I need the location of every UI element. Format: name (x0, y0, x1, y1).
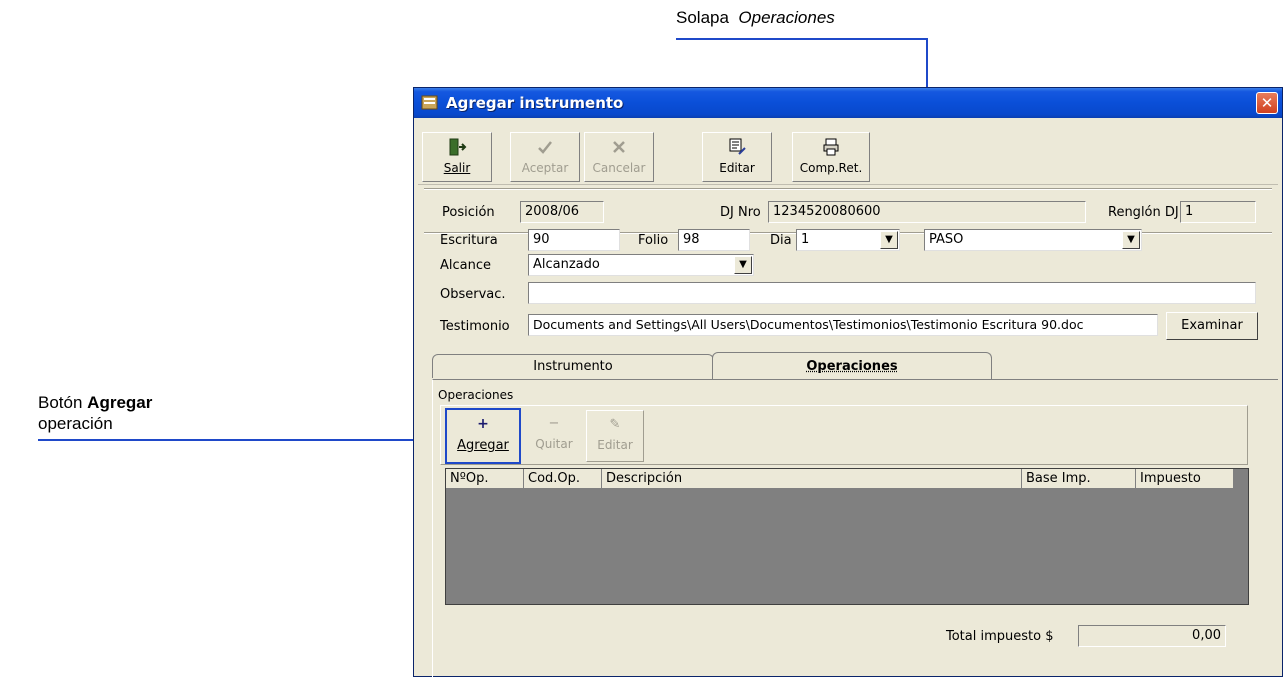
agregar-instrumento-window: Agregar instrumento ✕ Salir Aceptar Canc… (413, 87, 1283, 677)
annotation-button-label: Botón Agregar operación (38, 392, 152, 434)
aceptar-label: Aceptar (511, 161, 579, 175)
chevron-down-icon[interactable]: ▼ (1122, 231, 1140, 249)
quitar-operacion-button[interactable]: − Quitar (526, 410, 582, 462)
djnro-label: DJ Nro (720, 205, 761, 220)
observ-input[interactable] (528, 282, 1256, 304)
minus-icon: − (526, 416, 582, 431)
posicion-label: Posición (442, 205, 495, 220)
cancelar-label: Cancelar (585, 161, 653, 175)
editar-button[interactable]: Editar (702, 132, 772, 182)
app-icon (421, 94, 439, 111)
renglon-label: Renglón DJ (1108, 205, 1179, 220)
examinar-button[interactable]: Examinar (1166, 312, 1258, 340)
annotation-button-bold: Agregar (87, 393, 152, 412)
dia-label: Dia (770, 233, 792, 248)
window-title: Agregar instrumento (446, 94, 623, 112)
renglon-field: 1 (1180, 201, 1256, 223)
alcance-select-value: Alcanzado (533, 257, 600, 272)
grid-header-nrop[interactable]: NºOp. (446, 469, 524, 489)
comp-ret-label: Comp.Ret. (793, 161, 869, 175)
cancelar-button[interactable]: Cancelar (584, 132, 654, 182)
annotation-tab-name: Operaciones (738, 8, 834, 27)
tab-instrumento[interactable]: Instrumento (432, 354, 714, 378)
x-cancel-icon (609, 137, 629, 157)
grid-header-impuesto[interactable]: Impuesto (1136, 469, 1234, 489)
grid-header-codop[interactable]: Cod.Op. (524, 469, 602, 489)
grid-header-baseimp[interactable]: Base Imp. (1022, 469, 1136, 489)
djnro-field: 1234520080600 (768, 201, 1086, 223)
dia-select-value: 1 (801, 232, 809, 247)
close-button[interactable]: ✕ (1256, 92, 1278, 114)
annotation-button-prefix: Botón (38, 393, 82, 412)
tipo-select[interactable]: PASO ▼ (924, 229, 1142, 251)
folio-input[interactable]: 98 (678, 229, 750, 251)
checkmark-icon (535, 137, 555, 157)
dia-select[interactable]: 1 ▼ (796, 229, 900, 251)
comp-ret-button[interactable]: Comp.Ret. (792, 132, 870, 182)
chevron-down-icon[interactable]: ▼ (880, 231, 898, 249)
chevron-down-icon[interactable]: ▼ (734, 256, 752, 274)
annotation-tab-prefix: Solapa (676, 8, 729, 27)
total-impuesto-label: Total impuesto $ (946, 629, 1054, 644)
annotation-button-suffix: operación (38, 414, 113, 433)
title-bar[interactable]: Agregar instrumento ✕ (414, 88, 1282, 118)
editar-op-label: Editar (587, 438, 643, 452)
grid-header-descripcion[interactable]: Descripción (602, 469, 1022, 489)
posicion-field: 2008/06 (520, 201, 604, 223)
operaciones-group-label: Operaciones (438, 388, 513, 402)
agregar-label: Agregar (447, 438, 519, 453)
quitar-label: Quitar (526, 437, 582, 451)
editar-label: Editar (703, 161, 771, 175)
exit-door-icon (447, 137, 467, 157)
testimonio-label: Testimonio (440, 319, 510, 334)
observ-label: Observac. (440, 287, 506, 302)
plus-icon: + (447, 416, 519, 432)
edit-icon (727, 137, 747, 157)
alcance-label: Alcance (440, 258, 491, 273)
alcance-select[interactable]: Alcanzado ▼ (528, 254, 754, 276)
edit-icon: ✎ (587, 417, 643, 432)
header-top-divider (424, 188, 1272, 190)
escritura-label: Escritura (440, 233, 498, 248)
folio-label: Folio (638, 233, 668, 248)
salir-button[interactable]: Salir (422, 132, 492, 182)
aceptar-button[interactable]: Aceptar (510, 132, 580, 182)
testimonio-input[interactable]: Documents and Settings\All Users\Documen… (528, 314, 1158, 336)
annotation-line-horizontal (38, 439, 442, 441)
editar-operacion-button[interactable]: ✎ Editar (586, 410, 644, 462)
operaciones-grid[interactable]: NºOp. Cod.Op. Descripción Base Imp. Impu… (445, 468, 1249, 605)
total-impuesto-field: 0,00 (1078, 625, 1226, 647)
tipo-select-value: PASO (929, 232, 963, 247)
escritura-input[interactable]: 90 (528, 229, 620, 251)
annotation-tab-label: Solapa Operaciones (676, 8, 835, 28)
salir-label: Salir (423, 161, 491, 175)
agregar-operacion-button[interactable]: + Agregar (445, 408, 521, 464)
main-toolbar: Salir Aceptar Cancelar Editar Comp.Ret. (418, 120, 1278, 185)
tab-operaciones[interactable]: Operaciones (712, 352, 992, 380)
printer-icon (821, 137, 841, 157)
annotation-line-top (676, 38, 928, 40)
